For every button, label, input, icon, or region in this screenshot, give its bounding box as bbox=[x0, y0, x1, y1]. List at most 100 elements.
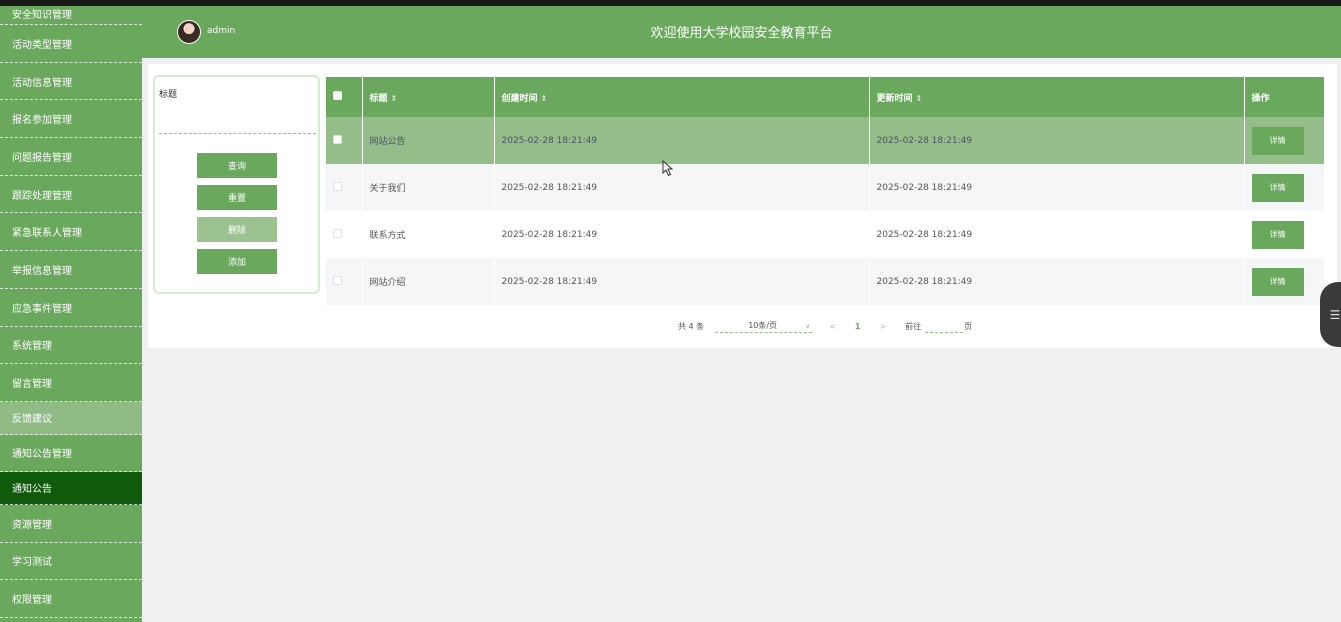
sidebar-item-label: 留言管理 bbox=[12, 379, 52, 391]
cell-title: 关于我们 bbox=[362, 164, 495, 211]
column-header-title[interactable]: 标题 ⇕ bbox=[362, 77, 495, 117]
sidebar-item-label: 资源管理 bbox=[12, 519, 52, 531]
sidebar-item-label: 跟踪处理管理 bbox=[12, 190, 72, 202]
add-button[interactable]: 添加 bbox=[197, 249, 277, 274]
table-row[interactable]: 联系方式 2025-02-28 18:21:49 2025-02-28 18:2… bbox=[326, 211, 1324, 258]
query-button[interactable]: 查询 bbox=[197, 153, 277, 178]
sort-icon[interactable]: ⇕ bbox=[541, 94, 548, 103]
detail-button[interactable]: 详情 bbox=[1251, 220, 1304, 249]
sidebar-item-permissions[interactable]: 权限管理 bbox=[0, 580, 142, 618]
sidebar-item-label: 举报信息管理 bbox=[12, 265, 72, 277]
cell-action: 详情 bbox=[1244, 117, 1324, 164]
column-header-label: 标题 bbox=[369, 93, 388, 104]
title-search-input[interactable] bbox=[159, 99, 316, 134]
sidebar-item-messages[interactable]: 留言管理 bbox=[0, 364, 142, 402]
sidebar-item-label: 报名参加管理 bbox=[12, 115, 72, 127]
column-header-updated[interactable]: 更新时间 ⇕ bbox=[869, 77, 1245, 117]
sidebar-item-system[interactable]: 系统管理 bbox=[0, 327, 142, 365]
sort-icon[interactable]: ⇕ bbox=[391, 94, 398, 103]
sidebar-item-emergency-event[interactable]: 应急事件管理 bbox=[0, 289, 142, 327]
top-header: admin 欢迎使用大学校园安全教育平台 bbox=[142, 6, 1341, 58]
cell-updated: 2025-02-28 18:21:49 bbox=[869, 164, 1245, 211]
row-select-cell[interactable] bbox=[326, 258, 363, 305]
sidebar-item-label: 通知公告 bbox=[12, 484, 52, 496]
sidebar-item-notice[interactable]: 通知公告 bbox=[0, 471, 142, 505]
select-all-checkbox[interactable] bbox=[333, 91, 342, 100]
sidebar-item-label: 安全知识管理 bbox=[12, 10, 72, 21]
sidebar-item-emergency-contact[interactable]: 紧急联系人管理 bbox=[0, 213, 142, 252]
sidebar-item-label: 活动信息管理 bbox=[12, 77, 72, 89]
pagination-total: 共 4 条 bbox=[678, 321, 705, 331]
table-row[interactable]: 网站公告 2025-02-28 18:21:49 2025-02-28 18:2… bbox=[326, 117, 1324, 164]
sidebar-item-safety-knowledge[interactable]: 安全知识管理 bbox=[0, 6, 142, 25]
cell-updated: 2025-02-28 18:21:49 bbox=[869, 258, 1245, 305]
row-checkbox[interactable] bbox=[333, 134, 342, 144]
collapse-tab-icon: ☰ bbox=[1329, 307, 1341, 322]
sidebar-item-activity-info[interactable]: 活动信息管理 bbox=[0, 63, 142, 101]
reset-button[interactable]: 重置 bbox=[197, 185, 277, 210]
detail-button[interactable]: 详情 bbox=[1251, 267, 1304, 296]
cell-title: 联系方式 bbox=[362, 211, 495, 258]
sidebar-item-label: 活动类型管理 bbox=[12, 39, 72, 51]
row-select-cell[interactable] bbox=[326, 117, 363, 164]
detail-button[interactable]: 详情 bbox=[1251, 173, 1304, 202]
column-header-label: 更新时间 bbox=[876, 93, 913, 104]
cell-action: 详情 bbox=[1244, 211, 1324, 258]
table-row[interactable]: 网站介绍 2025-02-28 18:21:49 2025-02-28 18:2… bbox=[326, 258, 1324, 305]
next-page-button[interactable]: > bbox=[879, 322, 886, 331]
goto-label: 前往 bbox=[905, 321, 922, 331]
detail-button[interactable]: 详情 bbox=[1251, 126, 1304, 155]
sidebar: 安全知识管理 活动类型管理 活动信息管理 报名参加管理 问题报告管理 跟踪处理管… bbox=[0, 6, 142, 622]
cell-updated: 2025-02-28 18:21:49 bbox=[869, 117, 1245, 164]
sidebar-item-label: 通知公告管理 bbox=[12, 449, 72, 461]
row-checkbox[interactable] bbox=[333, 228, 342, 238]
cell-created: 2025-02-28 18:21:49 bbox=[494, 164, 870, 211]
sidebar-item-label: 学习测试 bbox=[12, 557, 52, 569]
table-header-row: 标题 ⇕ 创建时间 ⇕ 更新时间 ⇕ 操作 bbox=[326, 77, 1324, 117]
row-checkbox[interactable] bbox=[333, 181, 342, 191]
table-row[interactable]: 关于我们 2025-02-28 18:21:49 2025-02-28 18:2… bbox=[326, 164, 1324, 211]
cell-action: 详情 bbox=[1244, 164, 1324, 211]
page-size-select[interactable]: 10条/页 ∨ bbox=[715, 319, 813, 333]
sidebar-item-learning-test[interactable]: 学习测试 bbox=[0, 543, 142, 581]
search-card: 标题 查询 重置 删除 添加 bbox=[153, 75, 320, 294]
side-collapse-tab[interactable]: ☰ bbox=[1320, 282, 1341, 347]
main-panel: 标题 查询 重置 删除 添加 标题 ⇕ 创建时间 ⇕ 更新时间 ⇕ 操作 网站公… bbox=[148, 64, 1337, 348]
delete-button[interactable]: 删除 bbox=[197, 217, 277, 242]
cell-updated: 2025-02-28 18:21:49 bbox=[869, 211, 1245, 258]
sidebar-item-label: 应急事件管理 bbox=[12, 303, 72, 315]
column-header-label: 操作 bbox=[1251, 93, 1270, 104]
column-header-created[interactable]: 创建时间 ⇕ bbox=[494, 77, 870, 117]
page-size-value: 10条/页 bbox=[748, 321, 778, 330]
mouse-cursor-icon bbox=[662, 160, 674, 177]
sidebar-item-problem-report[interactable]: 问题报告管理 bbox=[0, 138, 142, 176]
notice-table: 标题 ⇕ 创建时间 ⇕ 更新时间 ⇕ 操作 网站公告 2025-02-28 18:21… bbox=[326, 77, 1324, 305]
sidebar-item-label: 系统管理 bbox=[12, 341, 52, 353]
sidebar-item-registration[interactable]: 报名参加管理 bbox=[0, 100, 142, 139]
page-unit-label: 页 bbox=[964, 321, 973, 331]
select-all-cell[interactable] bbox=[326, 77, 363, 117]
prev-page-button[interactable]: < bbox=[829, 322, 836, 331]
page-number-current[interactable]: 1 bbox=[855, 322, 861, 331]
row-select-cell[interactable] bbox=[326, 211, 363, 258]
cell-created: 2025-02-28 18:21:49 bbox=[494, 117, 870, 164]
goto-page-input[interactable] bbox=[925, 319, 964, 333]
sidebar-item-tracking[interactable]: 跟踪处理管理 bbox=[0, 176, 142, 214]
cell-created: 2025-02-28 18:21:49 bbox=[494, 211, 870, 258]
page-title: 欢迎使用大学校园安全教育平台 bbox=[650, 26, 833, 41]
cell-action: 详情 bbox=[1244, 258, 1324, 305]
row-checkbox[interactable] bbox=[333, 275, 342, 285]
sidebar-item-resources[interactable]: 资源管理 bbox=[0, 505, 142, 543]
row-select-cell[interactable] bbox=[326, 164, 363, 211]
cell-created: 2025-02-28 18:21:49 bbox=[494, 258, 870, 305]
sidebar-item-notice-manage[interactable]: 通知公告管理 bbox=[0, 435, 142, 472]
sidebar-item-label: 紧急联系人管理 bbox=[12, 228, 82, 240]
cell-title: 网站公告 bbox=[362, 117, 495, 164]
sidebar-item-report-info[interactable]: 举报信息管理 bbox=[0, 251, 142, 289]
sort-icon[interactable]: ⇕ bbox=[916, 94, 923, 103]
sidebar-item-label: 问题报告管理 bbox=[12, 152, 72, 164]
column-header-label: 创建时间 bbox=[501, 93, 538, 104]
sidebar-item-activity-type[interactable]: 活动类型管理 bbox=[0, 25, 142, 63]
sidebar-item-feedback[interactable]: 反馈建议 bbox=[0, 401, 142, 435]
cell-title: 网站介绍 bbox=[362, 258, 495, 305]
